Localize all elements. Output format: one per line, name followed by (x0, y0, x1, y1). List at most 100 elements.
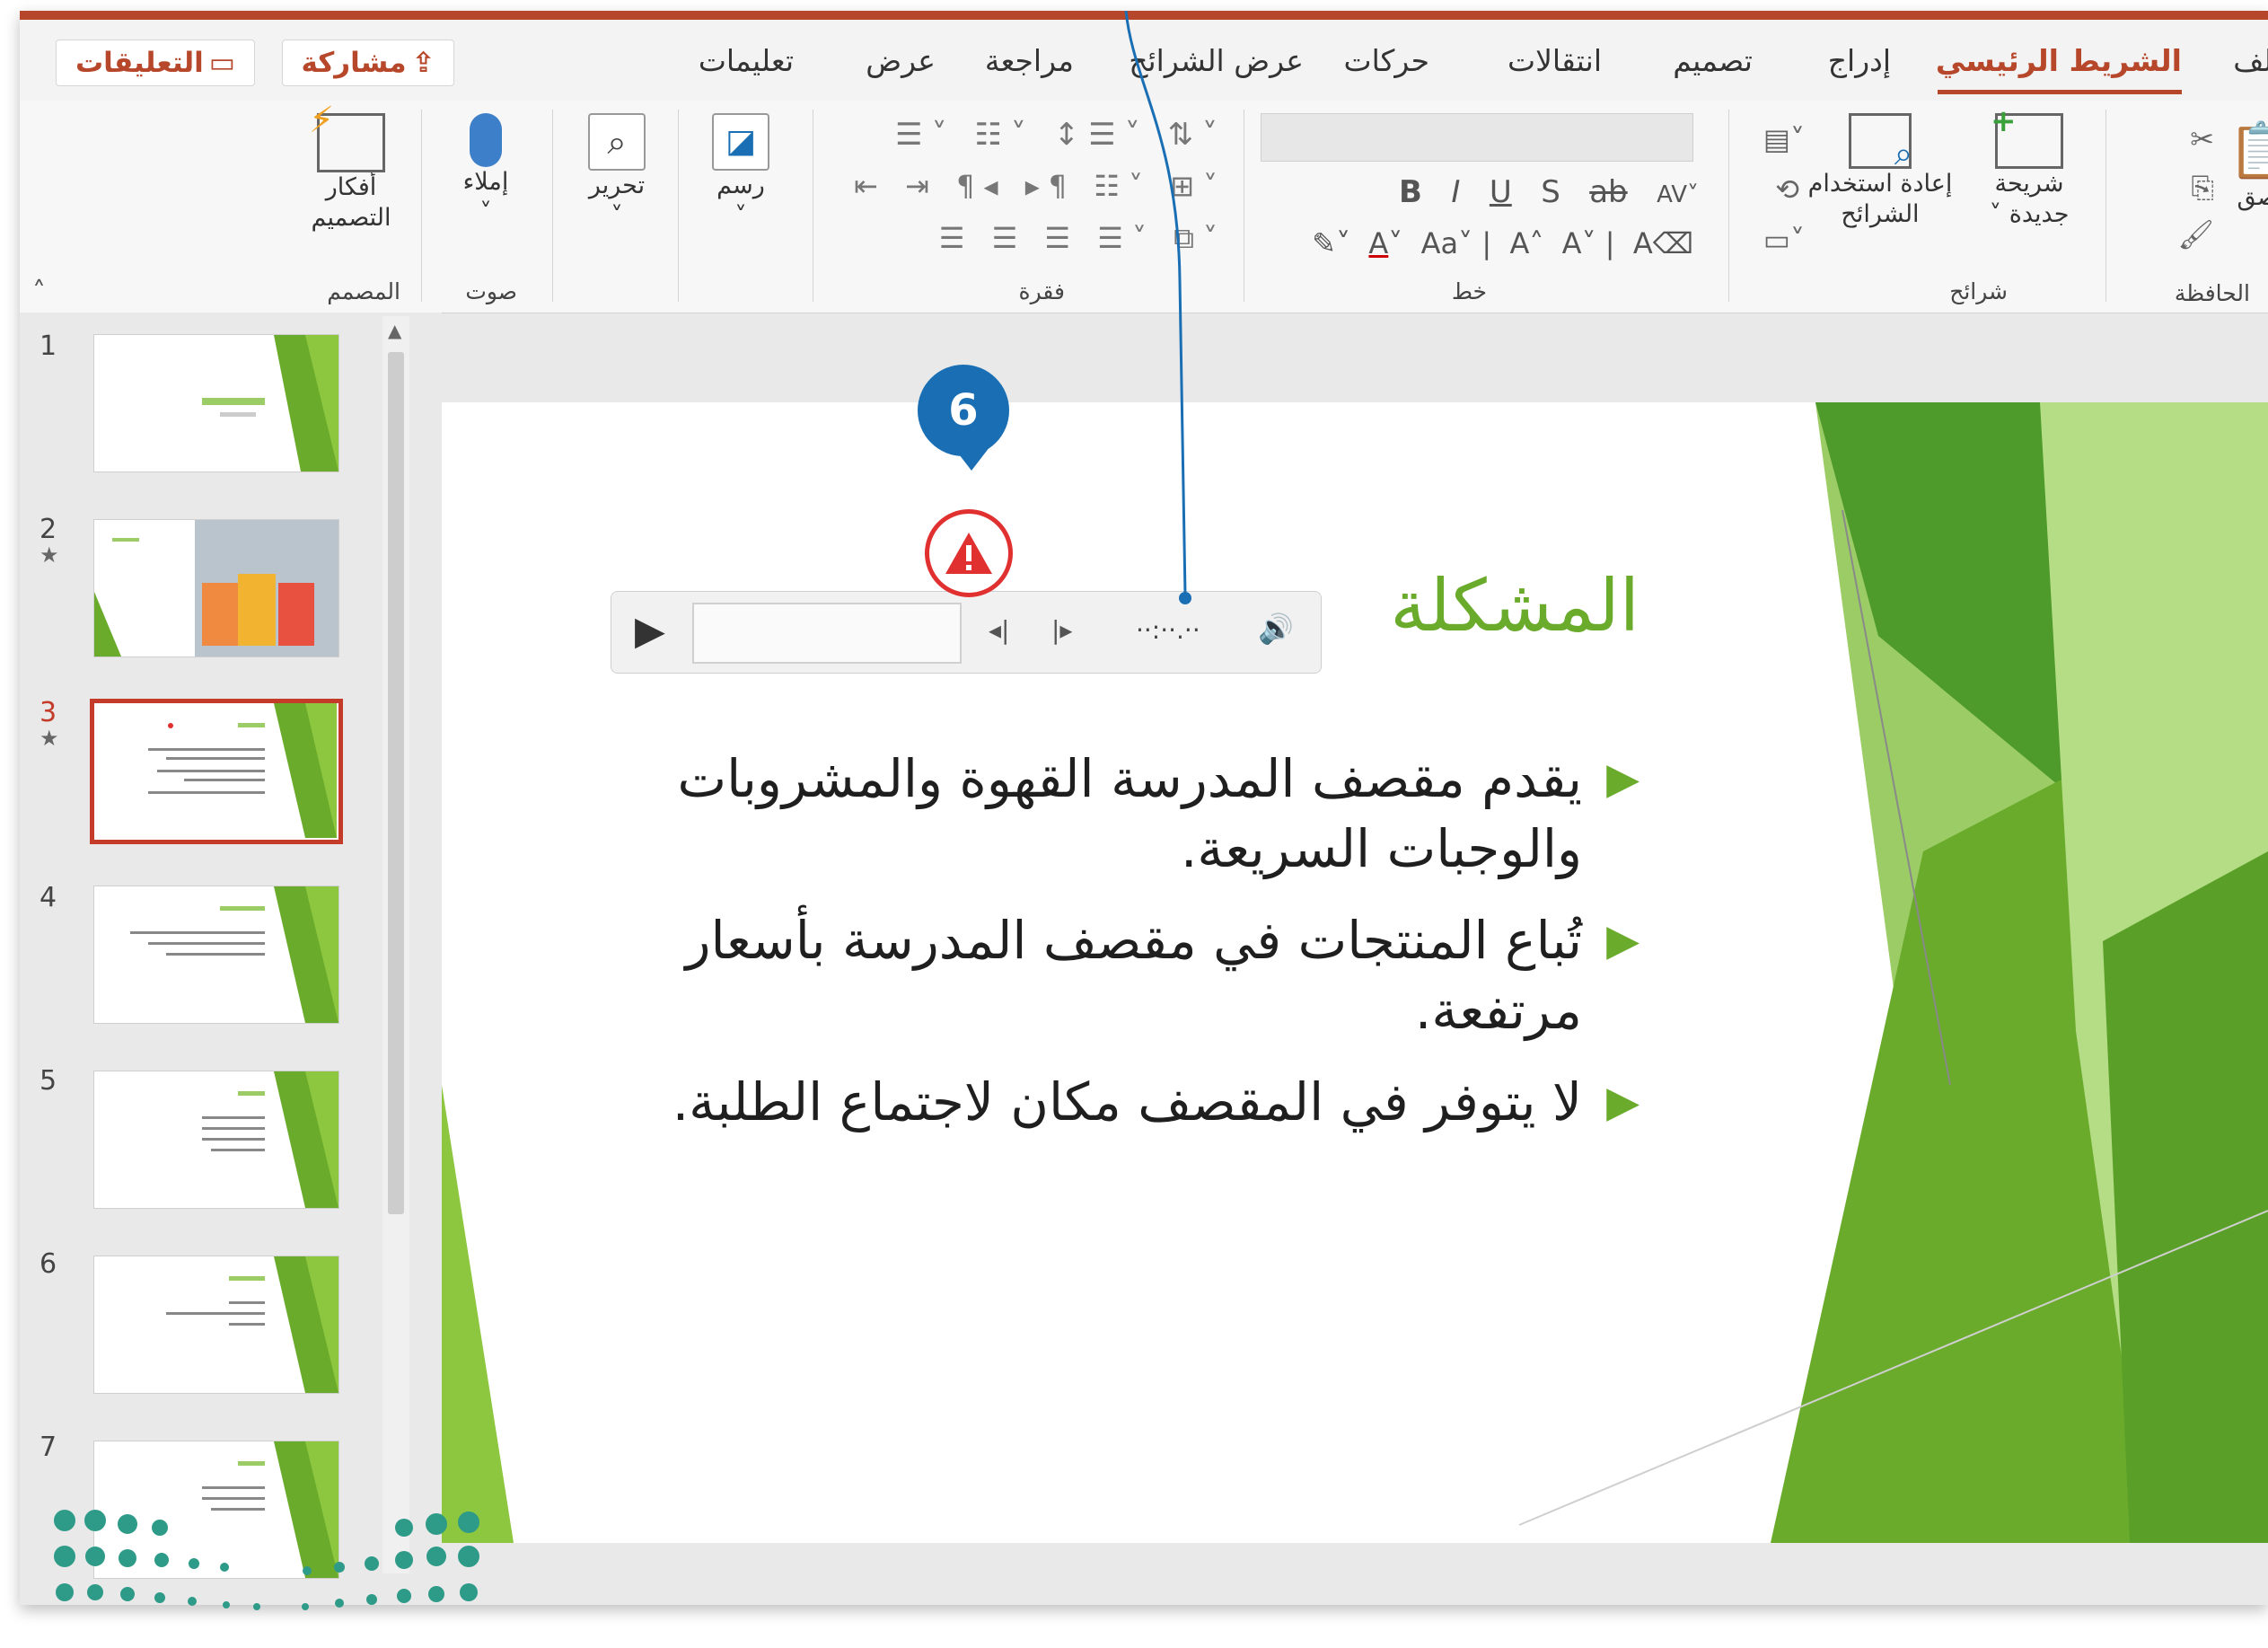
separator (421, 110, 422, 302)
dictate-button[interactable]: إملاء ˅ (436, 113, 535, 228)
slide-thumbnail-2[interactable] (93, 519, 339, 657)
slide-thumbnail-6[interactable] (93, 1256, 339, 1394)
cut-icon[interactable]: ✂ (2190, 122, 2214, 156)
scroll-up-arrow-icon[interactable]: ▲ (388, 320, 401, 341)
microphone-icon (470, 113, 502, 167)
format-painter-icon[interactable]: 🖌 (2177, 217, 2214, 251)
bullet-arrow-icon: ▶ (1606, 1077, 1639, 1127)
skip-forward-icon[interactable]: |▸ (1051, 615, 1073, 645)
slide-thumbnail-5[interactable] (93, 1071, 339, 1209)
reuse-slides-icon: ⌕ (1849, 113, 1912, 172)
thumbnail-number: 4 (40, 882, 57, 913)
group-label-slides: شرائح (1949, 278, 2008, 304)
drawing-button[interactable]: ◪ رسم ˅ (691, 113, 790, 232)
tab-help[interactable]: تعليمات (699, 43, 794, 78)
change-case-icon[interactable]: Aa˅ (1421, 226, 1473, 260)
underline-icon[interactable]: U (1490, 174, 1512, 210)
ltr-icon[interactable]: ▸¶ (1025, 169, 1076, 203)
editing-button[interactable]: ⌕ تحرير ˅ (567, 113, 666, 232)
highlight-icon[interactable]: ✎˅ (1312, 226, 1350, 260)
bold-icon[interactable]: B (1399, 174, 1422, 210)
grow-font-icon[interactable]: A˄ (1509, 226, 1543, 260)
character-spacing-icon[interactable]: AV˅ (1657, 181, 1699, 208)
app-window: ملف الشريط الرئيسي إدراج تصميم انتقالات … (20, 11, 2268, 1605)
paste-button[interactable]: 📋 لصق (2228, 119, 2268, 213)
font-color-icon[interactable]: A (1368, 226, 1388, 260)
align-center-icon[interactable]: ☰ (992, 221, 1027, 255)
logo-watermark (54, 1510, 479, 1610)
separator (552, 110, 553, 302)
bullet-arrow-icon: ▶ (1606, 753, 1639, 804)
decrease-indent-icon[interactable]: ⇤ (854, 169, 887, 203)
group-label-font: خط (1451, 278, 1487, 304)
slide-thumbnail-1[interactable] (93, 334, 339, 472)
thumbnail-number: 6 (40, 1248, 57, 1280)
thumbnail-number: 3 (40, 697, 57, 728)
slide-thumbnail-3[interactable] (90, 699, 343, 844)
callout-marker: 6 (918, 365, 1009, 456)
strikethrough-icon[interactable]: ab (1589, 174, 1627, 210)
shadow-icon[interactable]: S (1541, 174, 1560, 210)
design-ideas-button[interactable]: ⚡ أفكار التصميم (293, 100, 409, 234)
callout-leader-line (1124, 11, 1191, 604)
slide-bullet-list[interactable]: ▶ يقدم مقصف المدرسة القهوة والمشروبات وال… (562, 744, 1639, 1159)
align-left-icon[interactable]: ☰ (1044, 221, 1079, 255)
thumbnail-design-graphic (94, 520, 338, 657)
tab-insert[interactable]: إدراج (1828, 43, 1891, 78)
thumbnail-number: 7 (40, 1432, 57, 1463)
new-slide-button[interactable]: + شريحة جديدة ˅ (1975, 103, 2083, 230)
bullet-arrow-icon: ▶ (1606, 915, 1639, 965)
slide-thumbnail-pane: 1 2 ★ 3 ★ 4 5 6 7 (20, 313, 442, 1605)
clear-formatting-icon[interactable]: A⌫ (1633, 226, 1693, 260)
separator (1728, 110, 1729, 302)
paste-icon: 📋 (2228, 119, 2268, 182)
bullet-item: ▶ يقدم مقصف المدرسة القهوة والمشروبات وال… (562, 744, 1640, 884)
tab-view[interactable]: عرض (866, 43, 936, 78)
font-name-box[interactable] (1261, 113, 1693, 162)
tab-review[interactable]: مراجعة (985, 43, 1074, 78)
thumbnail-scrollbar-thumb[interactable] (388, 352, 404, 1214)
copy-icon[interactable]: ⎘ (2191, 171, 2214, 206)
animation-star-icon: ★ (40, 542, 59, 568)
shrink-font-icon[interactable]: A˅ (1562, 226, 1596, 260)
reset-icon[interactable]: ⟲ (1775, 172, 1799, 207)
tab-transitions[interactable]: انتقالات (1508, 43, 1602, 78)
share-button[interactable]: ⇪ مشاركة (282, 40, 454, 86)
bullet-item: ▶ تُباع المنتجات في مقصف المدرسة بأسعار م… (562, 905, 1640, 1045)
collapse-ribbon-icon[interactable]: ˄ (32, 277, 46, 308)
thumbnail-number: 5 (40, 1065, 57, 1097)
group-label-clipboard: الحافظة (2174, 280, 2250, 306)
comment-icon: ▭ (208, 47, 236, 79)
group-label-paragraph: فقرة (1018, 278, 1066, 304)
reuse-slides-button[interactable]: ⌕ إعادة استخدام الشرائح (1799, 113, 1961, 230)
slide-title[interactable]: المشكلة (1390, 564, 1639, 648)
numbering-icon[interactable]: ☷˅ (974, 117, 1034, 153)
layout-icon[interactable]: ▤˅ (1763, 122, 1805, 156)
warning-icon (925, 509, 1013, 597)
thumbnail-design-graphic (148, 703, 337, 838)
slide-canvas[interactable]: المشكلة ▶ يقدم مقصف المدرسة القهوة والمشر… (442, 402, 2268, 1543)
tab-animations[interactable]: حركات (1344, 43, 1429, 78)
slide-thumbnail-4[interactable] (93, 886, 339, 1024)
bullets-icon[interactable]: ☰˅ (895, 117, 955, 153)
tab-design[interactable]: تصميم (1673, 43, 1753, 78)
tab-file[interactable]: ملف (2233, 43, 2268, 78)
thumbnail-design-graphic (166, 1256, 338, 1393)
volume-icon[interactable]: 🔊 (1258, 612, 1294, 646)
tab-home[interactable]: الشريط الرئيسي (1936, 43, 2182, 78)
align-right-icon[interactable]: ☰ (939, 221, 974, 255)
skip-back-icon[interactable]: ◂| (989, 615, 1010, 645)
font-color-row: ✎˅ A˅ Aa˅ | A˄ A˅ | A⌫ (1312, 226, 1693, 260)
animation-star-icon: ★ (40, 726, 59, 751)
rtl-icon[interactable]: ¶◂ (956, 169, 1007, 203)
play-icon[interactable]: ▶ (635, 608, 665, 654)
audio-progress-bar[interactable] (692, 603, 962, 664)
italic-icon[interactable]: I (1451, 174, 1460, 210)
comments-button[interactable]: ▭ التعليقات (56, 40, 255, 86)
increase-indent-icon[interactable]: ⇥ (905, 169, 938, 203)
share-icon: ⇪ (411, 47, 435, 79)
bullet-item: ▶ لا يتوفر في المقصف مكان لاجتماع الطلبة. (562, 1067, 1639, 1137)
section-icon[interactable]: ▭˅ (1763, 223, 1805, 257)
thumbnail-design-graphic (130, 886, 338, 1023)
find-icon: ⌕ (588, 113, 646, 171)
